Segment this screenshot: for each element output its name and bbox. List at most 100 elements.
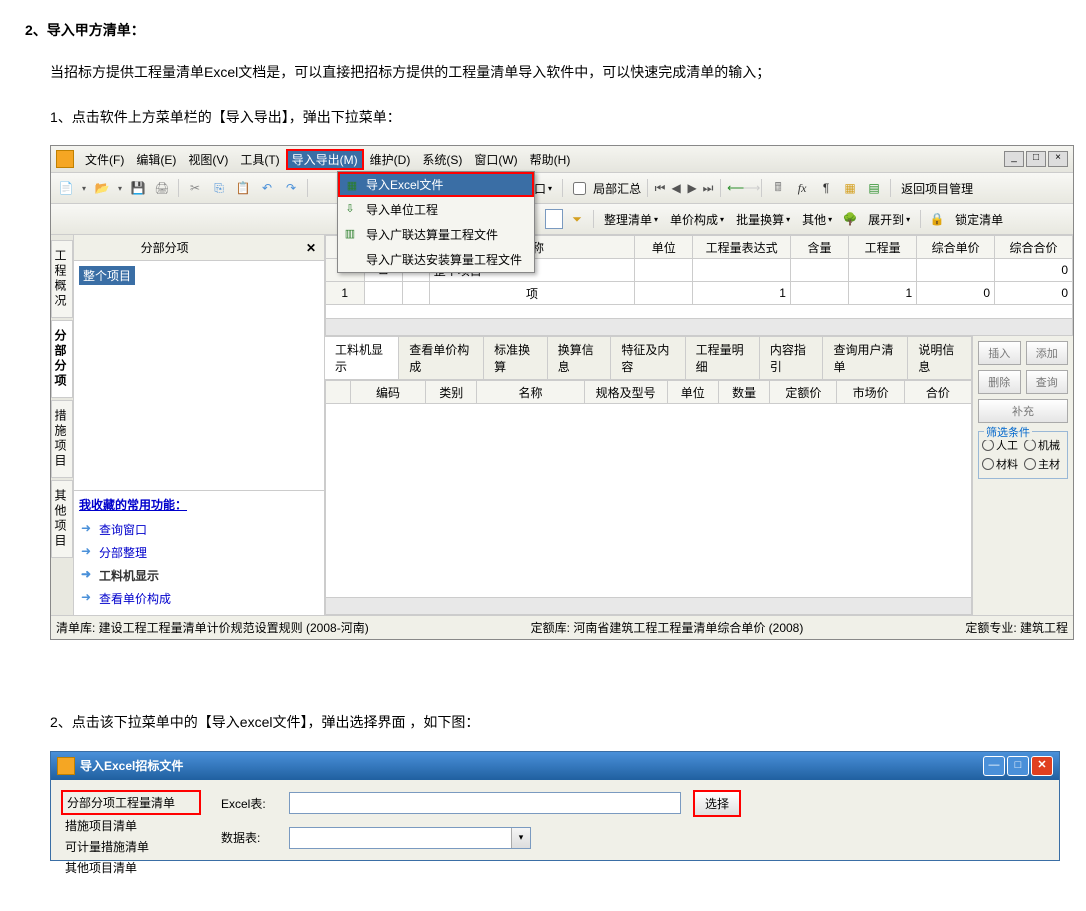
save-icon[interactable]: 💾 (128, 178, 148, 198)
list-item-measures[interactable]: 措施项目清单 (61, 815, 201, 836)
nav-prev-icon[interactable]: ◀ (670, 181, 682, 195)
minimize-button[interactable]: _ (1004, 151, 1024, 167)
excel-path-input[interactable] (289, 792, 681, 814)
cut-icon[interactable]: ✂ (185, 178, 205, 198)
subtab-description[interactable]: 说明信息 (908, 337, 972, 379)
funnel-icon[interactable]: ⏷ (567, 209, 587, 229)
secondary-toolbar: ⏷ 整理清单 ▾ 单价构成 ▾ 批量换算 ▾ 其他 ▾ 🌳 展开到 ▾ 🔒 锁定… (51, 204, 1073, 235)
undo-icon[interactable]: ↶ (257, 178, 277, 198)
subtab-feature[interactable]: 特征及内容 (611, 337, 685, 379)
list-item-other[interactable]: 其他项目清单 (61, 857, 201, 878)
expand-to-button[interactable]: 展开到 ▾ (864, 209, 914, 230)
select-file-button[interactable]: 选择 (693, 790, 741, 817)
project-tree: 整个项目 (74, 261, 324, 490)
calculator-icon[interactable]: 🖩 (768, 178, 788, 198)
menu-file[interactable]: 文件(F) (79, 149, 130, 170)
menu-window[interactable]: 窗口(W) (468, 149, 523, 170)
tree-root-node[interactable]: 整个项目 (79, 266, 135, 285)
subtab-guide[interactable]: 内容指引 (760, 337, 824, 379)
form-icon[interactable]: ▤ (864, 178, 884, 198)
history-back-icon[interactable]: ⟵ (727, 181, 739, 195)
table-icon[interactable]: ▦ (840, 178, 860, 198)
detail-table[interactable]: 编码 类别 名称 规格及型号 单位 数量 定额价 市场价 合价 (325, 380, 972, 404)
col-unit: 单位 (635, 236, 693, 259)
fav-material-display[interactable]: 工料机显示 (79, 564, 319, 587)
status-list-lib: 清单库: 建设工程工程量清单计价规范设置规则 (2008-河南) (56, 619, 369, 636)
nav-last-icon[interactable]: ⏭ (702, 181, 714, 196)
list-item-fenbu[interactable]: 分部分项工程量清单 (61, 790, 201, 815)
redo-icon[interactable]: ↷ (281, 178, 301, 198)
history-fwd-icon[interactable]: ⟶ (743, 181, 755, 195)
menu-help[interactable]: 帮助(H) (524, 149, 577, 170)
menubar: 文件(F) 编辑(E) 视图(V) 工具(T) 导入导出(M) 维护(D) 系统… (51, 146, 1073, 173)
pilcrow-icon[interactable]: ¶ (816, 178, 836, 198)
nav-first-icon[interactable]: ⏮ (654, 181, 666, 196)
batch-convert-button[interactable]: 批量换算 ▾ (732, 209, 794, 230)
subtab-user-list[interactable]: 查询用户清单 (823, 337, 908, 379)
delete-button[interactable]: 删除 (978, 370, 1021, 394)
horizontal-scrollbar[interactable] (326, 318, 1072, 335)
fav-view-composition[interactable]: 查看单价构成 (79, 587, 319, 610)
dropdown-import-excel[interactable]: ▦ 导入Excel文件 (338, 172, 534, 197)
tree-icon[interactable]: 🌳 (840, 209, 860, 229)
sidebar-close-icon[interactable]: ✕ (306, 241, 316, 255)
menu-maintain[interactable]: 维护(D) (364, 149, 417, 170)
new-icon[interactable]: 📄 (56, 178, 76, 198)
open-icon[interactable]: 📂 (92, 178, 112, 198)
dropdown-icon[interactable]: ▾ (116, 184, 124, 193)
sidebar-header: 分部分项 ✕ (74, 235, 324, 261)
unit-price-button[interactable]: 单价构成 ▾ (666, 209, 728, 230)
subtab-qty-detail[interactable]: 工程量明细 (686, 337, 760, 379)
action-panel: 插入 添加 删除 查询 补充 筛选条件 人工 机械 (972, 336, 1073, 615)
import-export-dropdown: ▦ 导入Excel文件 ⇩ 导入单位工程 ▥ 导入广联达算量工程文件 导入广联达… (337, 171, 535, 273)
restore-button[interactable]: □ (1026, 151, 1046, 167)
add-button[interactable]: 添加 (1026, 341, 1069, 365)
menu-view[interactable]: 视图(V) (182, 149, 234, 170)
dropdown-import-unit[interactable]: ⇩ 导入单位工程 (338, 197, 534, 222)
data-sheet-combo[interactable]: ▾ (289, 827, 531, 849)
return-project-mgmt-button[interactable]: 返回项目管理 (897, 178, 977, 199)
paste-icon[interactable]: 📋 (233, 178, 253, 198)
menu-tools[interactable]: 工具(T) (234, 149, 285, 170)
vtab-fenbu[interactable]: 分部分项 (51, 320, 73, 398)
dropdown-import-gld[interactable]: ▥ 导入广联达算量工程文件 (338, 222, 534, 247)
dialog-maximize-button[interactable]: □ (1007, 756, 1029, 776)
italic-icon[interactable]: fx (792, 178, 812, 198)
combo-dropdown-icon[interactable]: ▾ (511, 828, 530, 848)
insert-button[interactable]: 插入 (978, 341, 1021, 365)
organize-list-button[interactable]: 整理清单 ▾ (600, 209, 662, 230)
other-button[interactable]: 其他 ▾ (798, 209, 836, 230)
vtab-measures[interactable]: 措施项目 (51, 400, 73, 478)
print-icon[interactable]: 🖨 (152, 178, 172, 198)
detail-scrollbar[interactable] (326, 597, 971, 614)
vtab-overview[interactable]: 工程概况 (51, 240, 73, 318)
close-button[interactable]: × (1048, 151, 1068, 167)
fav-query-window[interactable]: 查询窗口 (79, 518, 319, 541)
fav-organize[interactable]: 分部整理 (79, 541, 319, 564)
table-row[interactable]: 1 项 1 1 0 0 (326, 282, 1073, 305)
copy-icon[interactable]: ⎘ (209, 178, 229, 198)
nav-next-icon[interactable]: ▶ (686, 181, 698, 195)
subtab-material[interactable]: 工料机显示 (325, 337, 399, 379)
local-summary-checkbox[interactable] (573, 182, 586, 195)
subtab-convert-info[interactable]: 换算信息 (548, 337, 612, 379)
dropdown-icon[interactable]: ▾ (80, 184, 88, 193)
radio-material[interactable]: 材料 (982, 456, 1018, 472)
col-qty: 工程量 (849, 236, 917, 259)
col-unit-price: 综合单价 (917, 236, 995, 259)
menu-import-export[interactable]: 导入导出(M) (286, 149, 364, 170)
list-item-measurable[interactable]: 可计量措施清单 (61, 836, 201, 857)
subtab-standard[interactable]: 标准换算 (484, 337, 548, 379)
menu-system[interactable]: 系统(S) (416, 149, 468, 170)
radio-main-mat[interactable]: 主材 (1024, 456, 1060, 472)
query-button[interactable]: 查询 (1026, 370, 1069, 394)
dialog-minimize-button[interactable]: — (983, 756, 1005, 776)
supplement-button[interactable]: 补充 (978, 399, 1068, 423)
lock-list-button[interactable]: 锁定清单 (951, 209, 1007, 230)
dropdown-import-gld-install[interactable]: 导入广联达安装算量工程文件 (338, 247, 534, 272)
vtab-other[interactable]: 其他项目 (51, 480, 73, 558)
subtab-composition[interactable]: 查看单价构成 (399, 337, 484, 379)
dialog-close-button[interactable]: ✕ (1031, 756, 1053, 776)
filter-input[interactable] (545, 209, 563, 229)
menu-edit[interactable]: 编辑(E) (130, 149, 182, 170)
